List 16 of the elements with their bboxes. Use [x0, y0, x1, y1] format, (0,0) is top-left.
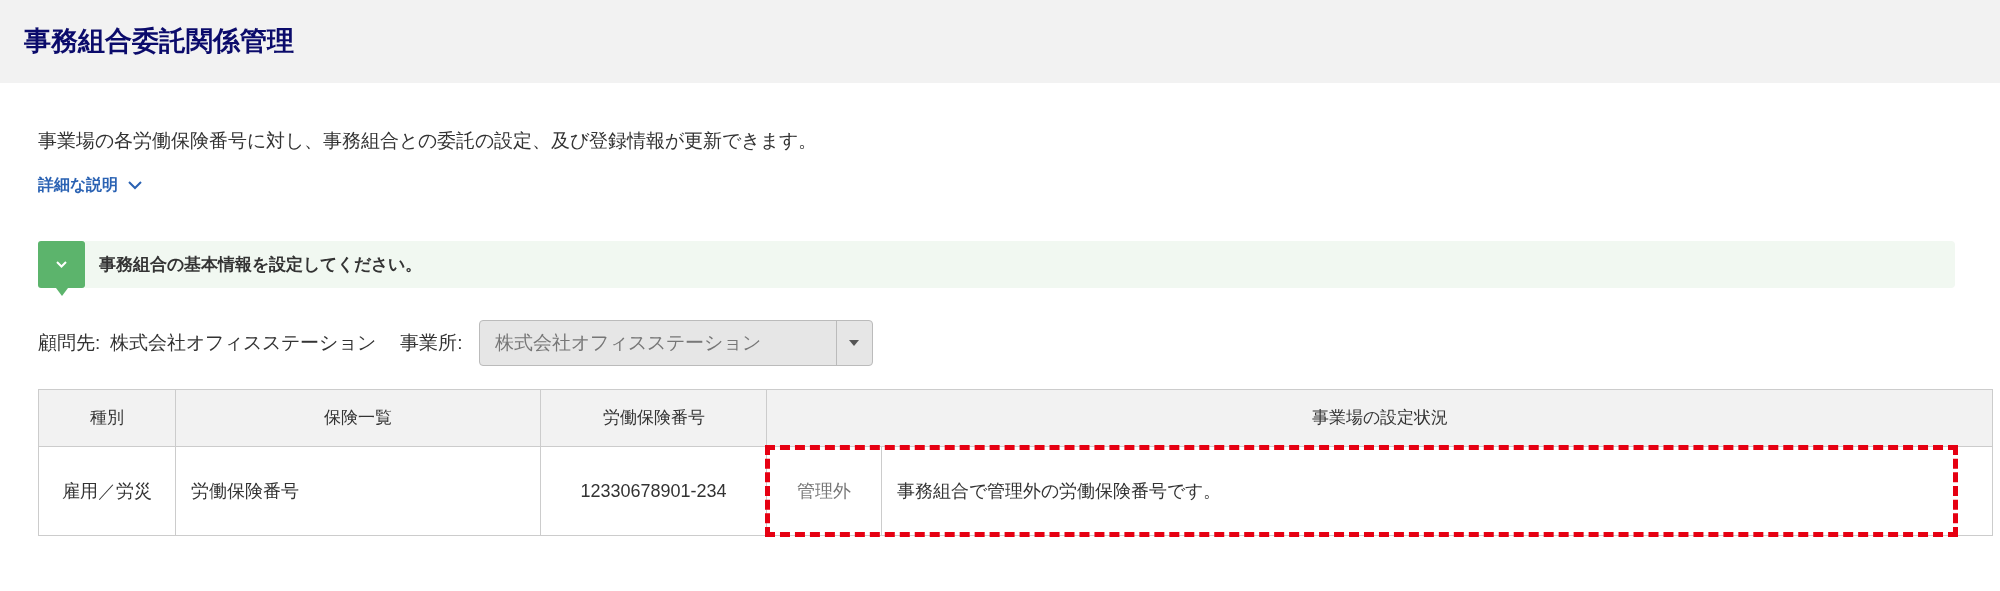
details-link[interactable]: 詳細な説明	[38, 173, 142, 197]
column-header: 事業場の設定状況	[766, 389, 1993, 447]
page-title: 事務組合委託関係管理	[24, 25, 294, 59]
table-cell: 労働保険番号	[175, 446, 541, 536]
column-header: 労働保険番号	[540, 389, 767, 447]
client-label: 顧問先:	[38, 330, 101, 355]
column-header: 保険一覧	[175, 389, 541, 447]
office-label: 事業所:	[400, 330, 463, 355]
column-header: 種別	[38, 389, 176, 447]
client-name: 株式会社オフィスステーション	[110, 330, 377, 355]
chevron-icon	[128, 180, 142, 190]
description-text: 事業場の各労働保険番号に対し、事務組合との委託の設定、及び登録情報が更新できます。	[38, 129, 818, 153]
step-label: 事務組合の基本情報を設定してください。	[99, 253, 422, 276]
step-toggle[interactable]	[38, 241, 85, 296]
table-cell: 雇用／労災	[38, 446, 176, 536]
dropdown-icon	[849, 340, 860, 346]
